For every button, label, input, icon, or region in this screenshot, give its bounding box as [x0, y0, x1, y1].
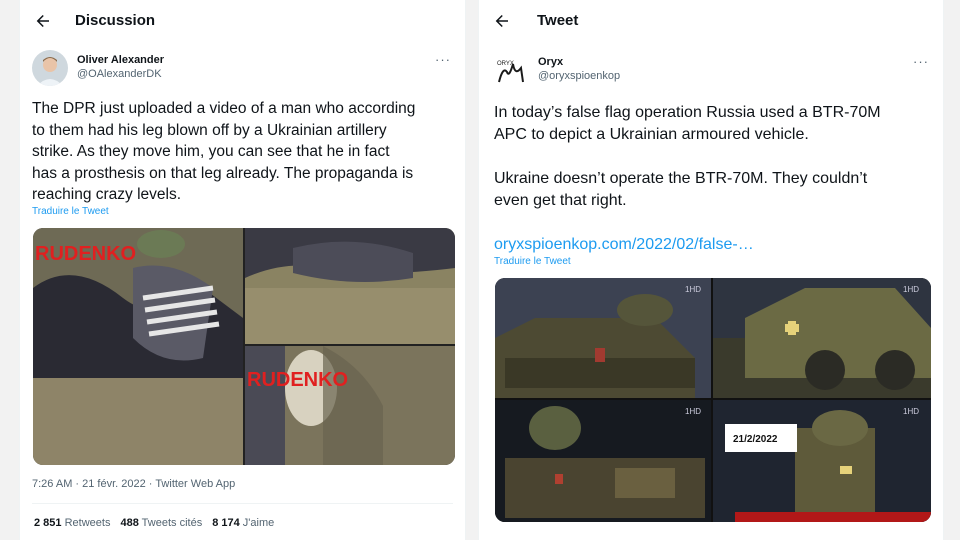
tweet-author[interactable]: ORYX Oryx @oryxspioenkop	[493, 54, 620, 90]
tweet-text-line: Ukraine doesn’t operate the BTR-70M. The…	[494, 170, 868, 187]
tweet-timestamp[interactable]: 7:26 AM · 21 févr. 2022 · Twitter Web Ap…	[32, 478, 235, 490]
tweet-text-line: reaching crazy levels.	[32, 186, 182, 203]
more-options-icon[interactable]: ···	[435, 52, 451, 67]
tweet-media-grid[interactable]: 21/2/2022 1HD 1HD 1HD 1HD	[495, 278, 931, 522]
header-title: Discussion	[75, 12, 156, 29]
retweets-count: 2 851	[34, 517, 62, 529]
watermark-text: RUDENKO	[247, 369, 348, 391]
back-arrow-icon[interactable]	[34, 12, 52, 30]
btr-70m-photos-image[interactable]: 21/2/2022 1HD 1HD 1HD 1HD	[495, 278, 931, 522]
likes-stat[interactable]: 8 174 J'aime	[212, 517, 274, 529]
author-name[interactable]: Oryx	[538, 56, 620, 68]
article-link[interactable]: oryxspioenkop.com/2022/02/false-…	[494, 234, 881, 256]
author-name[interactable]: Oliver Alexander	[77, 54, 164, 66]
tweet-text-line: The DPR just uploaded a video of a man w…	[32, 100, 416, 117]
tweet-panel: Tweet ORYX Oryx @oryxspioenkop ··· In to…	[478, 0, 944, 540]
tweet-stats: 2 851 Retweets 488 Tweets cités 8 174 J'…	[34, 517, 274, 529]
author-handle[interactable]: @oryxspioenkop	[538, 70, 620, 82]
back-arrow-icon[interactable]	[493, 12, 511, 30]
author-handle[interactable]: @OAlexanderDK	[77, 68, 164, 80]
avatar[interactable]	[32, 50, 68, 86]
oryx-logo-avatar[interactable]: ORYX	[493, 54, 529, 90]
more-options-icon[interactable]: ···	[913, 54, 929, 69]
channel-logo: 1HD	[685, 407, 701, 416]
retweets-stat[interactable]: 2 851 Retweets	[34, 517, 110, 529]
likes-label: J'aime	[242, 517, 275, 529]
tweet-text-line: even get that right.	[494, 192, 627, 209]
logo-text: ORYX	[497, 61, 514, 67]
tweet-header: Tweet	[479, 0, 943, 42]
tweet-text-line: strike. As they move him, you can see th…	[32, 143, 390, 160]
tweet-text: The DPR just uploaded a video of a man w…	[32, 98, 415, 206]
quotes-count: 488	[120, 517, 139, 529]
translate-tweet-link[interactable]: Traduire le Tweet	[32, 206, 109, 217]
tweet-text: In today’s false flag operation Russia u…	[494, 102, 881, 256]
tweet-media-grid[interactable]: RUDENKO RUDENKO	[33, 228, 455, 465]
divider	[32, 503, 453, 504]
tweet-author[interactable]: Oliver Alexander @OAlexanderDK	[32, 50, 164, 86]
tweet-text-line: to them had his leg blown off by a Ukrai…	[32, 121, 387, 139]
tweet-text-line: APC to depict a Ukrainian armoured vehic…	[494, 126, 809, 143]
quotes-stat[interactable]: 488 Tweets cités	[120, 517, 202, 529]
channel-logo: 1HD	[903, 407, 919, 416]
discussion-panel: Discussion Oliver Alexander @OAlexanderD…	[19, 0, 466, 540]
video-screenshots-image[interactable]: RUDENKO RUDENKO	[33, 228, 455, 465]
retweets-label: Retweets	[64, 517, 111, 529]
tweet-text-line: has a prosthesis on that leg already. Th…	[32, 164, 414, 182]
tweet-text-line: In today’s false flag operation Russia u…	[494, 104, 881, 121]
watermark-text: RUDENKO	[35, 243, 136, 265]
translate-tweet-link[interactable]: Traduire le Tweet	[494, 256, 571, 267]
channel-logo: 1HD	[903, 285, 919, 294]
quotes-label: Tweets cités	[141, 517, 203, 529]
channel-logo: 1HD	[685, 285, 701, 294]
likes-count: 8 174	[212, 517, 240, 529]
discussion-header: Discussion	[20, 0, 465, 42]
header-title: Tweet	[537, 12, 579, 29]
date-label: 21/2/2022	[733, 434, 778, 445]
